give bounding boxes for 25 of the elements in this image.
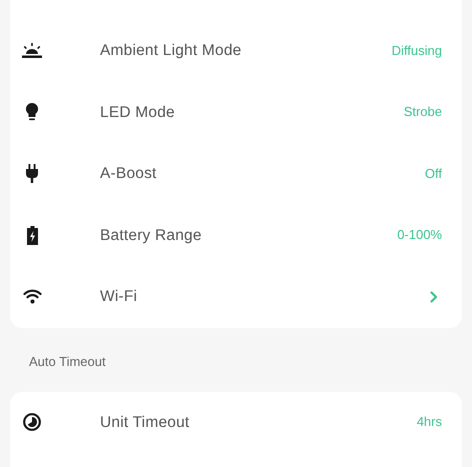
row-label: LED Mode — [100, 102, 175, 123]
settings-row[interactable]: Ambient Light Mode Diffusing — [10, 20, 462, 82]
plug-icon — [26, 164, 38, 184]
row-label: Battery Range — [100, 226, 202, 246]
row-label: Unit Timeout — [100, 412, 190, 433]
sunrise-icon — [22, 42, 42, 59]
row-label: A-Boost — [100, 164, 157, 184]
section-header: Auto Timeout — [29, 354, 106, 368]
row-label: Ambient Light Mode — [100, 41, 242, 62]
row-value: 0-100% — [397, 227, 442, 242]
settings-row[interactable]: Unit Timeout 4hrs — [10, 392, 462, 453]
row-label: Wi-Fi — [100, 287, 138, 308]
settings-row[interactable]: LED Mode Strobe — [10, 82, 462, 143]
row-value: 4hrs — [416, 414, 442, 430]
settings-row[interactable]: Battery Range 0-100% — [10, 204, 462, 266]
timer-icon — [23, 413, 41, 432]
row-value: Diffusing — [392, 42, 442, 58]
battery-charging-icon — [26, 226, 38, 245]
wifi-icon — [22, 289, 42, 304]
settings-row[interactable]: A-Boost Off — [10, 143, 462, 204]
row-value: Strobe — [404, 104, 442, 120]
chevron-right-icon — [430, 290, 438, 303]
lightbulb-icon — [26, 102, 38, 122]
settings-row[interactable]: Wi-Fi — [10, 266, 462, 328]
row-value: Off — [424, 166, 442, 181]
